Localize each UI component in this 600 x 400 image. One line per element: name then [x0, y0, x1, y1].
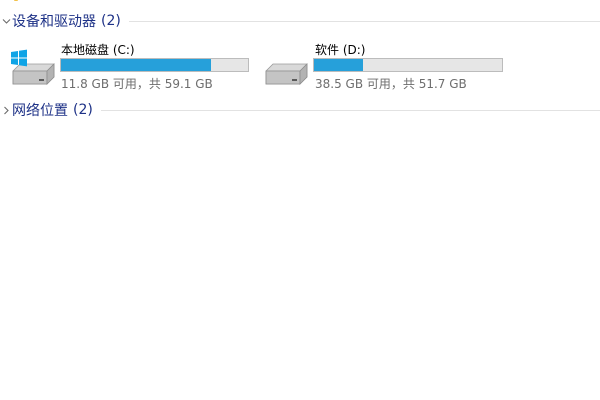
drive-usage-bar: [313, 58, 503, 72]
windows-system-drive-icon: [10, 49, 56, 85]
group-divider: [128, 20, 600, 22]
drive-item-d[interactable]: 软件 (D:) 38.5 GB 可用，共 51.7 GB: [263, 38, 508, 94]
drive-space-info: 11.8 GB 可用，共 59.1 GB: [61, 77, 213, 91]
drive-name: 软件 (D:): [315, 43, 366, 57]
group-header-network-locations[interactable]: 网络位置 (2): [0, 100, 600, 120]
drive-usage-fill: [314, 59, 363, 71]
group-title: 网络位置: [12, 103, 68, 119]
group-header-devices-and-drives[interactable]: 设备和驱动器 (2): [0, 11, 600, 31]
group-divider: [100, 109, 600, 111]
group-title: 设备和驱动器: [12, 14, 96, 30]
drive-item-c[interactable]: 本地磁盘 (C:) 11.8 GB 可用，共 59.1 GB: [10, 38, 255, 94]
file-explorer-this-pc-view: 设备和驱动器 (2) 本地磁盘 (C:) 11.8 GB 可用，共 59.1 G…: [0, 0, 600, 400]
group-count: (2): [101, 13, 121, 29]
drive-name: 本地磁盘 (C:): [61, 43, 135, 57]
chevron-down-icon[interactable]: [1, 16, 11, 26]
drive-space-info: 38.5 GB 可用，共 51.7 GB: [315, 77, 467, 91]
group-count: (2): [73, 102, 93, 118]
drive-usage-bar: [60, 58, 249, 72]
hard-drive-icon: [263, 49, 309, 85]
drive-usage-fill: [61, 59, 211, 71]
partial-item-fragment: [14, 0, 18, 1]
chevron-right-icon[interactable]: [1, 105, 11, 115]
